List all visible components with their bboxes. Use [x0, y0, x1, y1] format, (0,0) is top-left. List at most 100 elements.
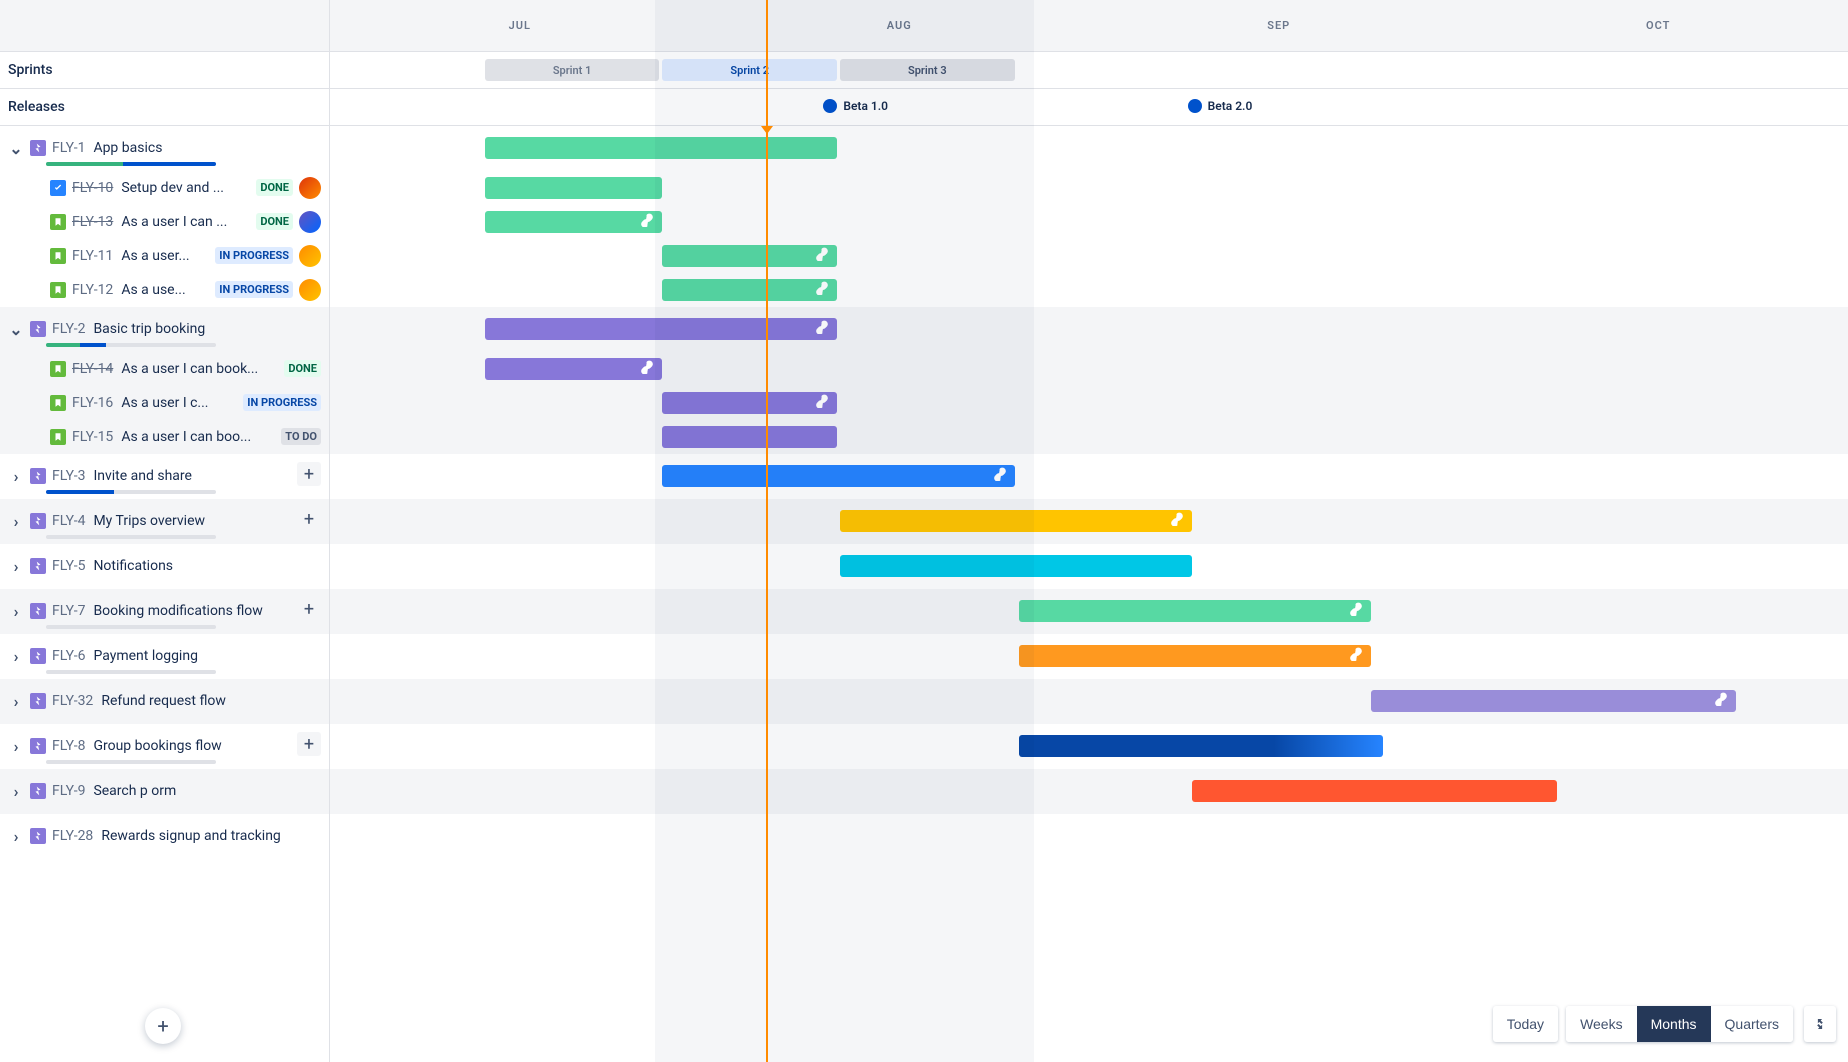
chevron-right-icon[interactable]: ›: [8, 693, 24, 709]
epic-row[interactable]: ›FLY-8Group bookings flow+: [0, 724, 329, 769]
issue-key[interactable]: FLY-3: [52, 468, 85, 484]
issue-row[interactable]: FLY-13As a user I can ...DONE: [0, 205, 329, 239]
epic-row[interactable]: ›FLY-28Rewards signup and tracking: [0, 814, 329, 859]
chevron-right-icon[interactable]: ›: [8, 828, 24, 844]
issue-key[interactable]: FLY-14: [72, 361, 113, 377]
chevron-down-icon[interactable]: ⌄: [8, 140, 24, 156]
gantt-bar[interactable]: [485, 137, 837, 159]
chevron-right-icon[interactable]: ›: [8, 513, 24, 529]
chevron-right-icon[interactable]: ›: [8, 783, 24, 799]
issue-key[interactable]: FLY-12: [72, 282, 113, 298]
issue-row[interactable]: FLY-16As a user I c...IN PROGRESS: [0, 386, 329, 420]
sprint-pill[interactable]: Sprint 2: [662, 59, 837, 81]
create-issue-fab[interactable]: +: [145, 1008, 181, 1044]
epic-row[interactable]: ⌄FLY-1App basics: [0, 126, 329, 171]
gantt-bar[interactable]: [485, 358, 663, 380]
epic-row[interactable]: ›FLY-3Invite and share+: [0, 454, 329, 499]
create-child-button[interactable]: +: [297, 732, 321, 756]
dependency-link-icon[interactable]: [815, 394, 829, 412]
chevron-right-icon[interactable]: ›: [8, 468, 24, 484]
gantt-bar[interactable]: [485, 177, 663, 199]
issue-key[interactable]: FLY-6: [52, 648, 85, 664]
zoom-weeks-button[interactable]: Weeks: [1566, 1006, 1637, 1042]
collapse-fullscreen-button[interactable]: [1804, 1006, 1836, 1042]
create-child-button[interactable]: +: [297, 597, 321, 621]
issue-key[interactable]: FLY-2: [52, 321, 85, 337]
gantt-bar[interactable]: [1019, 600, 1371, 622]
dependency-link-icon[interactable]: [640, 213, 654, 231]
zoom-quarters-button[interactable]: Quarters: [1711, 1006, 1793, 1042]
avatar[interactable]: [299, 279, 321, 301]
dependency-link-icon[interactable]: [815, 320, 829, 338]
issue-row[interactable]: FLY-14As a user I can book...DONE: [0, 352, 329, 386]
issue-row[interactable]: FLY-15As a user I can boo...TO DO: [0, 420, 329, 454]
epic-row[interactable]: ›FLY-4My Trips overview+: [0, 499, 329, 544]
zoom-months-button[interactable]: Months: [1637, 1006, 1711, 1042]
dependency-link-icon[interactable]: [1349, 647, 1363, 665]
issue-key[interactable]: FLY-10: [72, 180, 113, 196]
issue-key[interactable]: FLY-16: [72, 395, 113, 411]
issue-key[interactable]: FLY-7: [52, 603, 85, 619]
epic-row[interactable]: ⌄FLY-2Basic trip booking: [0, 307, 329, 352]
today-button[interactable]: Today: [1493, 1006, 1558, 1042]
issue-key[interactable]: FLY-4: [52, 513, 85, 529]
status-badge[interactable]: DONE: [256, 213, 293, 230]
chevron-right-icon[interactable]: ›: [8, 558, 24, 574]
dependency-link-icon[interactable]: [993, 467, 1007, 485]
issue-key[interactable]: FLY-9: [52, 783, 85, 799]
status-badge[interactable]: TO DO: [281, 428, 321, 445]
epic-row[interactable]: ›FLY-6Payment logging: [0, 634, 329, 679]
issue-key[interactable]: FLY-13: [72, 214, 113, 230]
create-child-button[interactable]: +: [297, 462, 321, 486]
gantt-bar[interactable]: [662, 392, 837, 414]
gantt-bar[interactable]: [840, 555, 1192, 577]
gantt-bar[interactable]: [1192, 780, 1556, 802]
status-badge[interactable]: DONE: [284, 360, 321, 377]
gantt-bar[interactable]: [1019, 735, 1383, 757]
sprint-pill[interactable]: Sprint 3: [840, 59, 1015, 81]
chevron-down-icon[interactable]: ⌄: [8, 321, 24, 337]
issue-key[interactable]: FLY-11: [72, 248, 113, 264]
gantt-bar[interactable]: [662, 279, 837, 301]
gantt-bar[interactable]: [662, 465, 1014, 487]
chevron-right-icon[interactable]: ›: [8, 648, 24, 664]
epic-row[interactable]: ›FLY-9Search p orm: [0, 769, 329, 814]
status-badge[interactable]: DONE: [256, 179, 293, 196]
avatar[interactable]: [299, 245, 321, 267]
release-marker[interactable]: Beta 1.0: [823, 99, 888, 113]
epic-row[interactable]: ›FLY-5Notifications: [0, 544, 329, 589]
issue-key[interactable]: FLY-32: [52, 693, 93, 709]
status-badge[interactable]: IN PROGRESS: [215, 247, 293, 264]
gantt-bar[interactable]: [1371, 690, 1735, 712]
status-badge[interactable]: IN PROGRESS: [243, 394, 321, 411]
gantt-bar[interactable]: [840, 510, 1192, 532]
epic-row[interactable]: ›FLY-32Refund request flow: [0, 679, 329, 724]
status-badge[interactable]: IN PROGRESS: [215, 281, 293, 298]
chevron-right-icon[interactable]: ›: [8, 738, 24, 754]
dependency-link-icon[interactable]: [640, 360, 654, 378]
dependency-link-icon[interactable]: [1714, 692, 1728, 710]
release-marker[interactable]: Beta 2.0: [1188, 99, 1253, 113]
issue-row[interactable]: FLY-11As a user...IN PROGRESS: [0, 239, 329, 273]
issue-key[interactable]: FLY-5: [52, 558, 85, 574]
dependency-link-icon[interactable]: [1170, 512, 1184, 530]
issue-key[interactable]: FLY-8: [52, 738, 85, 754]
timeline[interactable]: JULAUGSEPOCT Sprint 1Sprint 2Sprint 3 Be…: [330, 0, 1848, 1062]
sprint-pill[interactable]: Sprint 1: [485, 59, 660, 81]
dependency-link-icon[interactable]: [815, 281, 829, 299]
issue-key[interactable]: FLY-15: [72, 429, 113, 445]
chevron-right-icon[interactable]: ›: [8, 603, 24, 619]
issue-row[interactable]: FLY-10Setup dev and ...DONE: [0, 171, 329, 205]
avatar[interactable]: [299, 211, 321, 233]
gantt-bar[interactable]: [1019, 645, 1371, 667]
epic-row[interactable]: ›FLY-7Booking modifications flow+: [0, 589, 329, 634]
gantt-bar[interactable]: [485, 211, 663, 233]
issue-key[interactable]: FLY-1: [52, 140, 85, 156]
gantt-bar[interactable]: [662, 426, 837, 448]
issue-row[interactable]: FLY-12As a use...IN PROGRESS: [0, 273, 329, 307]
dependency-link-icon[interactable]: [815, 247, 829, 265]
avatar[interactable]: [299, 177, 321, 199]
gantt-bar[interactable]: [485, 318, 837, 340]
issue-key[interactable]: FLY-28: [52, 828, 93, 844]
gantt-bar[interactable]: [662, 245, 837, 267]
